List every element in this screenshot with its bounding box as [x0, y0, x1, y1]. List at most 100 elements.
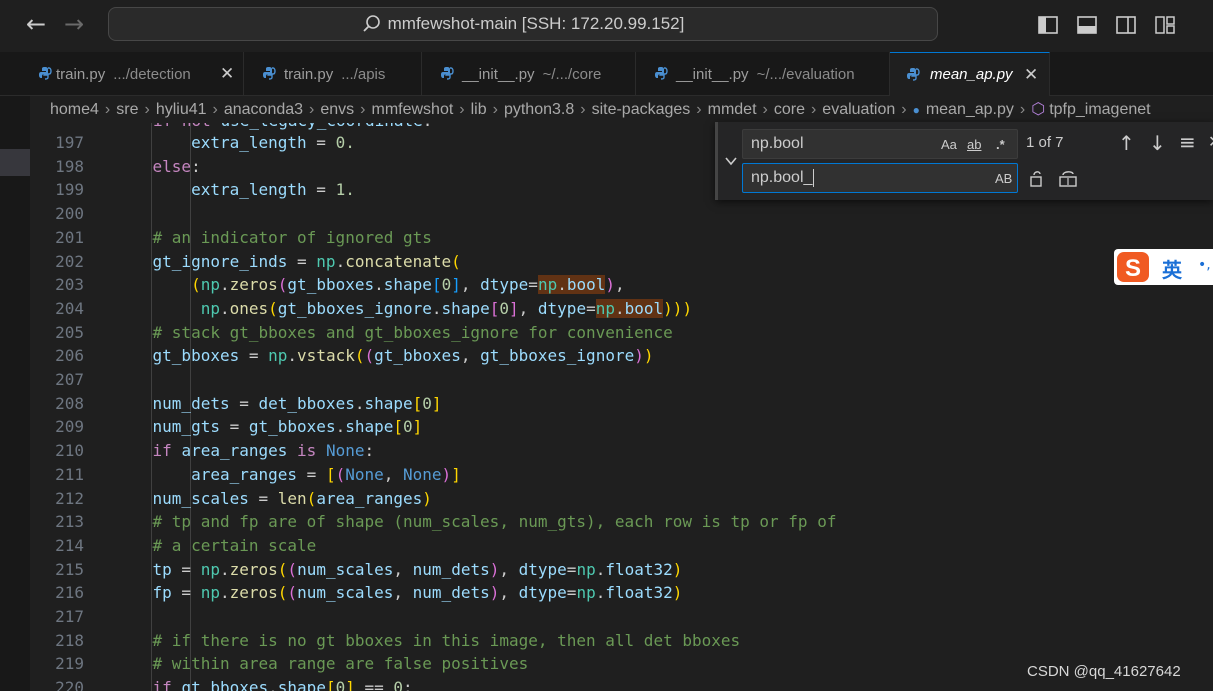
line-number: 218 — [55, 630, 84, 650]
breadcrumb-item[interactable]: core — [774, 101, 805, 118]
breadcrumb-item[interactable]: mmdet — [708, 101, 757, 118]
regex-toggle[interactable]: .* — [996, 137, 1005, 152]
chevron-right-icon: › — [360, 101, 366, 118]
breadcrumb-item[interactable]: envs — [320, 101, 354, 118]
tab-mean-ap[interactable]: mean_ap.py ✕ — [890, 52, 1050, 96]
match-case-toggle[interactable]: Aa — [941, 137, 957, 152]
replace-icon[interactable] — [1028, 168, 1046, 188]
python-file-icon — [39, 67, 52, 80]
chevron-right-icon: › — [309, 101, 315, 118]
search-match: np.bool — [595, 298, 664, 318]
code-text: gt_ignore_inds = np.concatenate( — [152, 251, 461, 271]
chevron-right-icon: › — [459, 101, 465, 118]
preserve-case-toggle[interactable]: AB — [995, 171, 1012, 186]
chevron-right-icon: › — [212, 101, 218, 118]
breadcrumb-item[interactable]: lib — [471, 101, 487, 118]
code-text: gt_bboxes = np.vstack((gt_bboxes, gt_bbo… — [152, 346, 654, 366]
breadcrumb-item[interactable]: mmfewshot — [371, 101, 453, 118]
code-line: 211 area_ranges = [(None, None)] — [30, 463, 1213, 487]
line-number: 207 — [55, 370, 84, 389]
close-icon[interactable]: ✕ — [1208, 132, 1213, 152]
breadcrumb-item[interactable]: site-packages — [592, 101, 691, 118]
line-number: 206 — [55, 346, 84, 366]
arrow-left-icon[interactable]: ← — [26, 12, 46, 36]
next-match-icon[interactable]: ↓ — [1149, 133, 1166, 153]
replace-all-icon[interactable] — [1058, 168, 1078, 188]
breadcrumb-item[interactable]: sre — [116, 101, 138, 118]
search-match: np.bool — [537, 275, 606, 295]
find-input[interactable]: np.bool Aa ab .* — [742, 129, 1018, 159]
code-text: area_ranges = [(None, None)] — [191, 464, 461, 484]
code-text: np.ones(gt_bboxes_ignore.shape[0], dtype… — [200, 298, 693, 318]
customize-layout-icon[interactable] — [1154, 14, 1176, 36]
breadcrumb-item[interactable]: python3.8 — [504, 101, 574, 118]
ime-punctuation-icon: •, — [1198, 257, 1211, 273]
code-line: 203 (np.zeros(gt_bboxes.shape[0], dtype=… — [30, 273, 1213, 297]
toggle-replace-icon[interactable] — [724, 154, 738, 168]
arrow-right-icon[interactable]: → — [64, 12, 84, 36]
code-editor[interactable]: if not use_legacy_coordinate:197 extra_l… — [30, 123, 1213, 691]
active-indicator — [0, 149, 30, 176]
find-in-selection-icon[interactable]: ≡ — [1179, 132, 1196, 152]
code-text: num_dets = det_bboxes.shape[0] — [152, 393, 442, 413]
code-line: 208 num_dets = det_bboxes.shape[0] — [30, 392, 1213, 416]
code-line: 207 — [30, 368, 1213, 392]
breadcrumb-item[interactable]: tpfp_imagenet — [1049, 101, 1150, 118]
code-text: fp = np.zeros((num_scales, num_dets), dt… — [152, 583, 683, 603]
ime-toolbar[interactable]: S 英 •, — [1114, 249, 1213, 285]
code-text: extra_length = 0. — [191, 133, 355, 152]
tab-train-apis[interactable]: train.py .../apis — [244, 52, 422, 96]
command-center-label: mmfewshot-main [SSH: 172.20.99.152] — [387, 14, 685, 33]
code-text: tp = np.zeros((num_scales, num_dets), dt… — [152, 559, 683, 579]
close-icon[interactable]: ✕ — [1024, 65, 1038, 85]
code-text: # within area range are false positives — [152, 654, 529, 674]
code-text: num_scales = len(area_ranges) — [152, 488, 432, 508]
line-number: 213 — [55, 512, 84, 532]
code-text: extra_length = 1. — [191, 180, 355, 200]
breadcrumb-item[interactable]: anaconda3 — [224, 101, 303, 118]
python-file-icon — [655, 67, 668, 80]
python-file-icon: ● — [912, 103, 920, 117]
breadcrumb-item[interactable]: mean_ap.py — [926, 101, 1014, 118]
code-line: 217 — [30, 605, 1213, 629]
replace-input[interactable]: np.bool_ AB — [742, 163, 1018, 193]
chevron-right-icon: › — [104, 101, 111, 118]
breadcrumb-item[interactable]: home4 — [50, 101, 99, 118]
breadcrumb-item[interactable]: hyliu41 — [156, 101, 207, 118]
tab-init-evaluation[interactable]: __init__.py ~/.../evaluation — [636, 52, 890, 96]
line-number: 220 — [55, 678, 84, 691]
code-text: num_gts = gt_bboxes.shape[0] — [152, 417, 423, 437]
code-text: else: — [152, 156, 201, 176]
breadcrumb-item[interactable]: evaluation — [822, 101, 895, 118]
previous-match-icon[interactable]: ↑ — [1118, 133, 1135, 153]
code-line: 218 # if there is no gt bboxes in this i… — [30, 629, 1213, 653]
chevron-right-icon: › — [810, 101, 817, 118]
line-number: 204 — [55, 298, 84, 318]
svg-text:S: S — [1125, 255, 1141, 282]
toggle-panel-icon[interactable] — [1076, 14, 1098, 36]
text-cursor — [813, 169, 815, 187]
whole-word-toggle[interactable]: ab — [967, 137, 981, 152]
line-number: 202 — [55, 251, 84, 271]
chevron-right-icon: › — [492, 101, 498, 118]
line-number: 216 — [55, 583, 84, 603]
tab-init-core[interactable]: __init__.py ~/.../core — [422, 52, 636, 96]
python-file-icon — [441, 67, 454, 80]
command-center[interactable]: mmfewshot-main [SSH: 172.20.99.152] — [108, 7, 938, 41]
line-number: 217 — [55, 607, 84, 626]
code-line: 209 num_gts = gt_bboxes.shape[0] — [30, 415, 1213, 439]
activity-bar: · — [0, 52, 30, 691]
line-number: 214 — [55, 535, 84, 555]
line-number: 197 — [55, 133, 84, 152]
tab-train-detection[interactable]: train.py .../detection ✕ — [30, 52, 244, 96]
code-text: # an indicator of ignored gts — [152, 227, 432, 247]
line-number: 211 — [55, 464, 84, 484]
python-file-icon — [263, 67, 276, 80]
line-number: 208 — [55, 393, 84, 413]
toggle-primary-sidebar-icon[interactable] — [1037, 14, 1059, 36]
line-number: 198 — [55, 156, 84, 176]
line-number: 205 — [55, 322, 84, 342]
close-icon[interactable]: ✕ — [220, 64, 234, 84]
line-number: 199 — [55, 180, 84, 200]
toggle-secondary-sidebar-icon[interactable] — [1115, 14, 1137, 36]
